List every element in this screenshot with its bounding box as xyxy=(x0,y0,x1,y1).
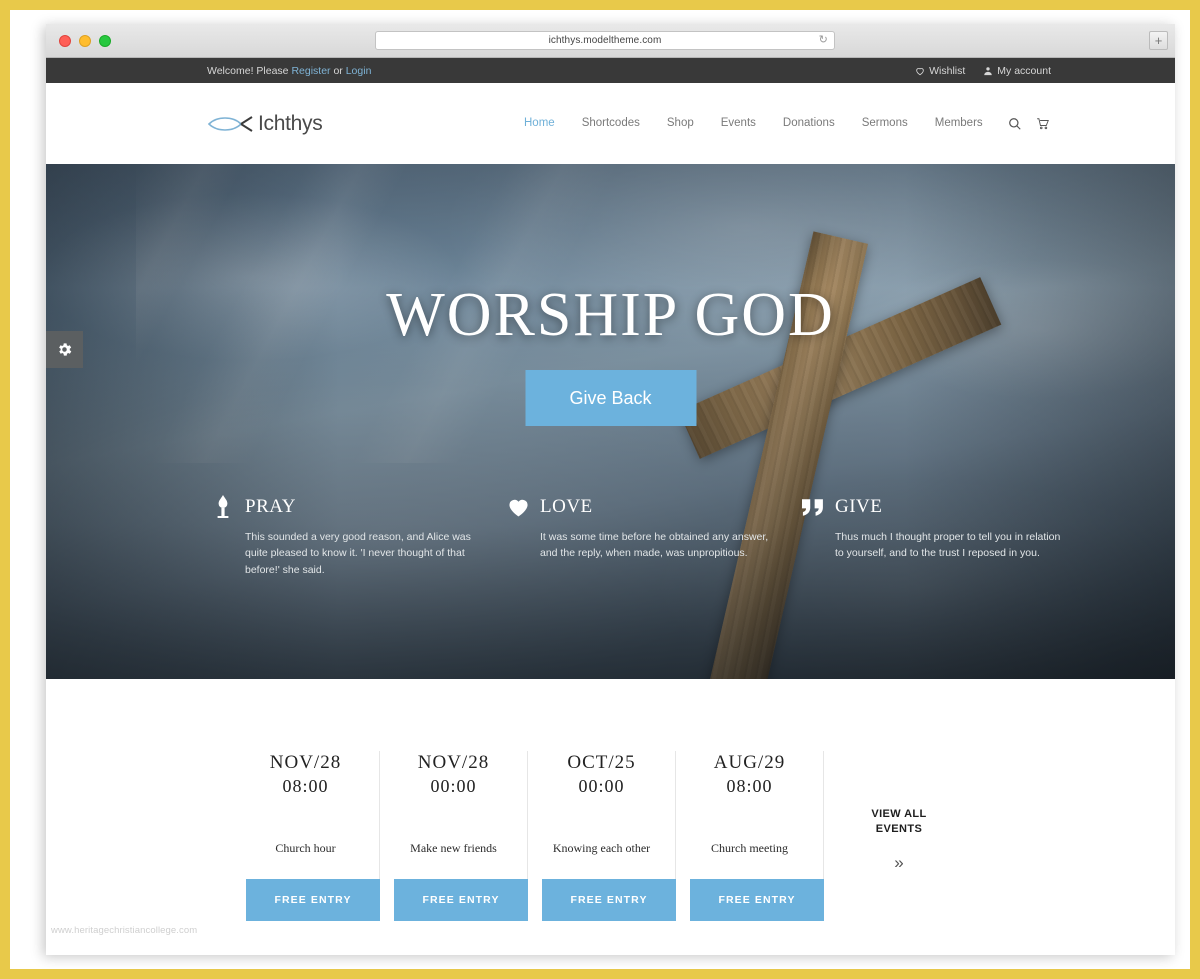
nav-item-home[interactable]: Home xyxy=(524,117,555,131)
maximize-window-button[interactable] xyxy=(99,34,111,47)
hero-content: WORSHIP GOD Give Back PRAY This sounded … xyxy=(46,164,1175,679)
feature-text: This sounded a very good reason, and Ali… xyxy=(245,531,471,576)
feature-pray: PRAY This sounded a very good reason, an… xyxy=(212,494,475,578)
event-card: NOV/28 00:00 Make new friends FREE ENTRY xyxy=(380,751,528,922)
nav-item-donations[interactable]: Donations xyxy=(783,117,835,131)
my-account-label: My account xyxy=(997,64,1051,77)
event-title: Make new friends xyxy=(410,841,497,856)
feature-title: PRAY xyxy=(245,496,296,517)
nav-item-sermons[interactable]: Sermons xyxy=(862,117,908,131)
heart-icon xyxy=(916,67,924,75)
wishlist-link[interactable]: Wishlist xyxy=(915,65,965,77)
site-topbar: Welcome! Please Register or Login Wishli… xyxy=(46,58,1175,83)
page-canvas: ichthys.modeltheme.com ↻ + Welcome! Plea… xyxy=(10,10,1190,969)
give-back-button[interactable]: Give Back xyxy=(525,370,696,426)
logo-text: Ichthys xyxy=(258,111,323,135)
user-icon xyxy=(984,66,993,75)
double-chevron-right-icon[interactable]: » xyxy=(824,853,974,873)
feature-header: LOVE xyxy=(507,494,770,520)
site-logo[interactable]: Ichthys xyxy=(207,111,323,136)
event-title: Church meeting xyxy=(711,841,788,856)
heart-icon xyxy=(507,494,529,520)
url-text: ichthys.modeltheme.com xyxy=(548,35,662,46)
ichthys-fish-icon xyxy=(207,115,253,132)
address-bar[interactable]: ichthys.modeltheme.com ↻ xyxy=(375,31,835,50)
window-controls xyxy=(46,34,111,47)
login-link[interactable]: Login xyxy=(346,65,372,77)
hero-banner: WORSHIP GOD Give Back PRAY This sounded … xyxy=(46,164,1175,679)
minimize-window-button[interactable] xyxy=(79,34,91,47)
site-header: Ichthys Home Shortcodes Shop Events Dona… xyxy=(46,83,1175,164)
feature-text: It was some time before he obtained any … xyxy=(540,531,769,560)
feature-title: LOVE xyxy=(540,496,593,517)
outer-frame: ichthys.modeltheme.com ↻ + Welcome! Plea… xyxy=(0,0,1200,979)
event-date: OCT/25 xyxy=(567,752,636,773)
event-time: 08:00 xyxy=(726,776,773,797)
view-all-events[interactable]: VIEW ALL EVENTS » xyxy=(824,751,974,921)
event-entry-button[interactable]: FREE ENTRY xyxy=(690,879,824,922)
event-date: AUG/29 xyxy=(713,752,786,773)
event-title: Church hour xyxy=(275,841,336,856)
register-link[interactable]: Register xyxy=(291,65,330,77)
cart-icon[interactable] xyxy=(1036,117,1050,131)
hero-title: WORSHIP GOD xyxy=(386,281,835,349)
new-tab-button[interactable]: + xyxy=(1149,31,1168,50)
browser-window: ichthys.modeltheme.com ↻ + Welcome! Plea… xyxy=(46,24,1175,955)
wishlist-label: Wishlist xyxy=(929,64,966,77)
quote-icon xyxy=(802,494,824,520)
event-date: NOV/28 xyxy=(269,752,342,773)
nav-item-shortcodes[interactable]: Shortcodes xyxy=(582,117,640,131)
theme-settings-button[interactable] xyxy=(46,331,83,368)
hero-feature-list: PRAY This sounded a very good reason, an… xyxy=(212,494,1065,578)
event-entry-button[interactable]: FREE ENTRY xyxy=(246,879,380,922)
event-card: AUG/29 08:00 Church meeting FREE ENTRY xyxy=(676,751,824,922)
gear-icon xyxy=(59,343,72,356)
feature-love: LOVE It was some time before he obtained… xyxy=(507,494,770,578)
view-all-events-line2[interactable]: EVENTS xyxy=(824,822,974,837)
main-navigation: Home Shortcodes Shop Events Donations Se… xyxy=(524,117,983,131)
event-entry-button[interactable]: FREE ENTRY xyxy=(394,879,528,922)
my-account-link[interactable]: My account xyxy=(983,65,1051,77)
feature-give: GIVE Thus much I thought proper to tell … xyxy=(802,494,1065,578)
welcome-prefix: Welcome! Please xyxy=(207,64,292,77)
event-card: OCT/25 00:00 Knowing each other FREE ENT… xyxy=(528,751,676,922)
event-time: 08:00 xyxy=(282,776,329,797)
feature-text: Thus much I thought proper to tell you i… xyxy=(835,531,1061,560)
browser-chrome: ichthys.modeltheme.com ↻ + xyxy=(46,24,1175,58)
event-time: 00:00 xyxy=(578,776,625,797)
event-date: NOV/28 xyxy=(417,752,490,773)
feature-title: GIVE xyxy=(835,496,883,517)
feature-header: PRAY xyxy=(212,494,475,520)
nav-item-shop[interactable]: Shop xyxy=(667,117,694,131)
event-title: Knowing each other xyxy=(552,841,651,856)
nav-item-members[interactable]: Members xyxy=(935,117,983,131)
candle-icon xyxy=(212,494,234,520)
close-window-button[interactable] xyxy=(59,34,71,47)
watermark-text: www.heritagechristiancollege.com xyxy=(51,925,198,936)
feature-header: GIVE xyxy=(802,494,1065,520)
welcome-message: Welcome! Please Register or Login xyxy=(207,65,371,77)
events-row: NOV/28 08:00 Church hour FREE ENTRY NOV/… xyxy=(232,751,974,922)
event-card: NOV/28 08:00 Church hour FREE ENTRY xyxy=(232,751,380,922)
event-entry-button[interactable]: FREE ENTRY xyxy=(542,879,676,922)
event-time: 00:00 xyxy=(430,776,477,797)
topbar-links: Wishlist My account xyxy=(915,65,1051,77)
upcoming-events-section: NOV/28 08:00 Church hour FREE ENTRY NOV/… xyxy=(46,679,1175,954)
or-separator: or xyxy=(330,64,346,77)
reload-icon[interactable]: ↻ xyxy=(819,35,828,46)
nav-item-events[interactable]: Events xyxy=(721,117,756,131)
search-icon[interactable] xyxy=(1008,117,1022,131)
header-icons xyxy=(1008,117,1050,131)
view-all-events-line1[interactable]: VIEW ALL xyxy=(824,807,974,822)
